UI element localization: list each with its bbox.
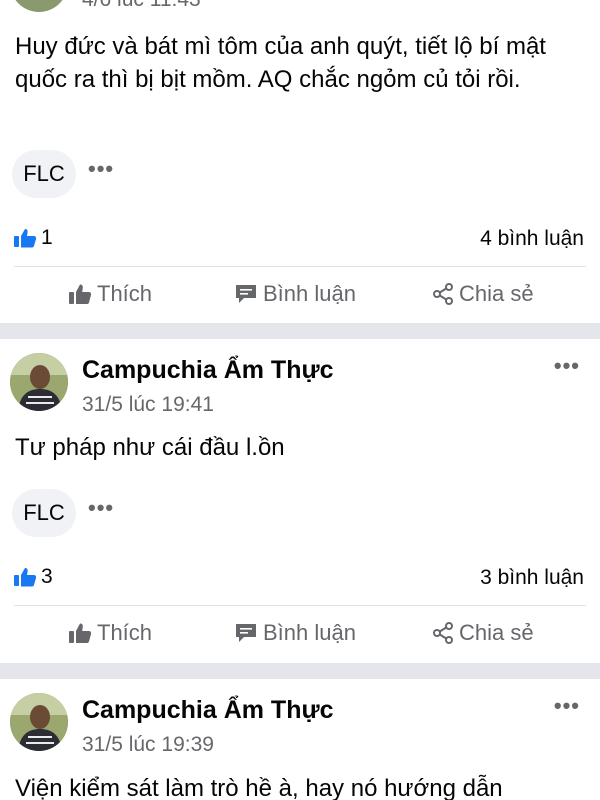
- post-card: Campuchia Ẩm Thực 31/5 lúc 19:41 ••• Tư …: [0, 339, 600, 663]
- post-author[interactable]: Campuchia Ẩm Thực: [82, 356, 333, 385]
- thumb-up-icon: [69, 284, 92, 304]
- post-time[interactable]: 31/5 lúc 19:39: [82, 733, 214, 757]
- reaction-count[interactable]: 1: [13, 226, 53, 250]
- avatar[interactable]: [10, 353, 68, 411]
- share-icon: [433, 283, 453, 305]
- tag-more-icon[interactable]: •••: [88, 156, 114, 182]
- comment-count[interactable]: 4 bình luận: [480, 227, 584, 251]
- share-icon: [433, 622, 453, 644]
- post-options-icon[interactable]: •••: [554, 693, 580, 719]
- share-label: Chia sẻ: [459, 620, 534, 645]
- reaction-count[interactable]: 3: [13, 565, 53, 589]
- post-card: 4/6 lúc 11:43 Huy đức và bát mì tôm của …: [0, 0, 600, 323]
- tag-more-icon[interactable]: •••: [88, 495, 114, 521]
- comment-count[interactable]: 3 bình luận: [480, 566, 584, 590]
- like-button[interactable]: Thích: [68, 281, 152, 307]
- avatar-image: [10, 693, 68, 751]
- like-label: Thích: [97, 620, 153, 645]
- post-card: Campuchia Ẩm Thực 31/5 lúc 19:39 ••• Việ…: [0, 679, 600, 800]
- share-button[interactable]: Chia sẻ: [432, 620, 534, 646]
- avatar-image: [10, 353, 68, 411]
- post-time[interactable]: 31/5 lúc 19:41: [82, 393, 214, 417]
- post-author[interactable]: Campuchia Ẩm Thực: [82, 696, 333, 725]
- like-icon: [14, 229, 37, 248]
- like-label: Thích: [97, 281, 153, 306]
- like-count-value: 3: [41, 565, 53, 588]
- comment-label: Bình luận: [263, 281, 356, 306]
- divider: [14, 605, 586, 606]
- page-tag[interactable]: FLC: [12, 489, 76, 537]
- post-options-icon[interactable]: •••: [554, 353, 580, 379]
- comment-button[interactable]: Bình luận: [234, 620, 356, 646]
- post-time[interactable]: 4/6 lúc 11:43: [82, 0, 201, 12]
- like-icon: [14, 568, 37, 587]
- avatar[interactable]: [10, 0, 68, 12]
- share-button[interactable]: Chia sẻ: [432, 281, 534, 307]
- comment-icon: [236, 624, 256, 642]
- page-tag[interactable]: FLC: [12, 150, 76, 198]
- share-label: Chia sẻ: [459, 281, 534, 306]
- divider: [14, 266, 586, 267]
- thumb-up-icon: [69, 623, 92, 643]
- comment-label: Bình luận: [263, 620, 356, 645]
- post-separator: [0, 663, 600, 679]
- comment-icon: [236, 285, 256, 303]
- avatar[interactable]: [10, 693, 68, 751]
- post-actions: Thích Bình luận Chia sẻ: [0, 281, 600, 321]
- post-separator: [0, 323, 600, 339]
- post-actions: Thích Bình luận Chia sẻ: [0, 620, 600, 660]
- like-count-value: 1: [41, 226, 53, 249]
- post-text: Huy đức và bát mì tôm của anh quýt, tiết…: [15, 33, 546, 93]
- post-text: Viện kiểm sát làm trò hề à, hay nó hướng…: [15, 775, 503, 800]
- like-button[interactable]: Thích: [68, 620, 152, 646]
- post-text: Tư pháp như cái đầu l.ồn: [15, 434, 285, 461]
- comment-button[interactable]: Bình luận: [234, 281, 356, 307]
